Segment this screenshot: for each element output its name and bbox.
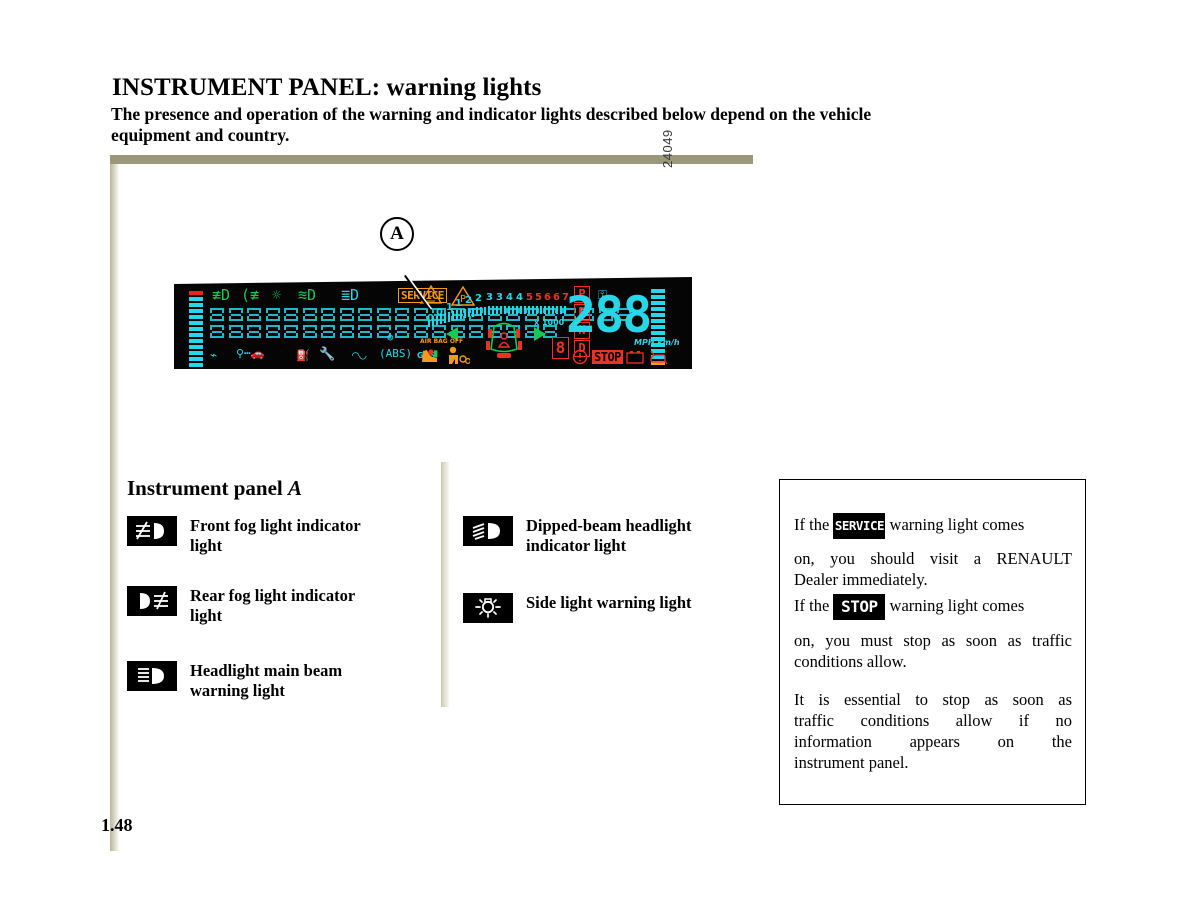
oil-pressure-icon [650,350,668,365]
legend-line-1: Rear fog light indicator [190,586,356,605]
info-essential-line-2: traffic conditions allow if no [794,711,1072,730]
legend-text-front-fog: Front fog light indicator light [190,516,361,556]
page-subtitle: The presence and operation of the warnin… [111,104,1091,146]
legend-item-side-light: Side light warning light [463,593,753,623]
legend-text-rear-fog: Rear fog light indicator light [190,586,355,626]
subtitle-line-1: The presence and operation of the warnin… [111,104,872,124]
legend-section-title: Instrument panel A [127,476,302,501]
figure-frame-left-border [110,164,119,851]
engine-glyph: ◠◡ [352,348,367,362]
battery-icon [626,351,644,364]
brake-warning-icon [572,349,588,365]
legend-item-main-beam: Headlight main beam warning light [127,661,427,701]
info-line-renault: on, you should visit a RENAULT [794,549,1072,568]
info-paragraph-essential: It is essential to stop as soon as traff… [794,689,1072,773]
dipped-beam-glyph: ≋D [298,286,317,304]
front-fog-glyph: ≢D [212,286,231,304]
stop-badge-glyph: STOP [592,350,623,364]
legend-line-1: Headlight main beam [190,661,343,680]
stop-badge: STOP [833,594,886,620]
speed-units-label: MPH km/h [634,338,680,347]
subtitle-line-2: equipment and country. [111,125,290,145]
legend-title-prefix: Instrument panel [127,476,289,500]
legend-line-2: light [190,536,223,555]
warning-info-box: If the SERVICE warning light comes on, y… [779,479,1086,805]
legend-line-2: light [190,606,223,625]
figure-reference-number: 24049 [660,129,675,168]
info-paragraph-service-cont: on, you should visit a RENAULT Dealer im… [794,548,1072,590]
legend-title-italic: A [288,476,303,500]
info-text-if-the-2: If the [794,595,834,615]
legend-line-2: warning light [190,681,285,700]
info-text-if-the: If the [794,514,834,534]
page-number: 1.48 [101,815,133,835]
info-paragraph-stop-line1: If the STOP warning light comes [794,594,1072,620]
callout-marker-a: A [380,217,414,251]
info-line-conditions: conditions allow. [794,652,907,671]
cruise-glyph: ⊜ [387,331,394,344]
spanner-glyph: 🔧 [319,347,336,362]
legend-text-main-beam: Headlight main beam warning light [190,661,342,701]
info-paragraph-service-line1: If the SERVICE warning light comes [794,513,1072,539]
legend-line-1: Front fog light indicator [190,516,361,535]
info-essential-line-3: information appears on the [794,732,1072,751]
side-light-icon [463,593,513,623]
legend-text-side-light: Side light warning light [526,593,692,613]
temperature-bargraph [189,291,203,367]
legend-item-dipped-beam: Dipped-beam headlight indicator light [463,516,753,556]
check-glyph: ✓ [404,329,411,342]
key-glyph: ⚿ [598,288,608,302]
manual-page: INSTRUMENT PANEL: warning lights The pre… [0,0,1200,916]
fuel-pump-glyph: ⛽ [296,349,310,362]
odometer-display: 288 [566,286,652,344]
side-light-glyph: ☼ [272,286,282,304]
figure-frame-top-border [110,155,753,164]
legend-line-1: Side light warning light [526,593,692,612]
legend-item-front-fog: Front fog light indicator light [127,516,427,556]
info-paragraph-stop-cont: on, you must stop as soon as traffic con… [794,630,1072,672]
door-open-glyph: ⚲┅🚗 [236,347,265,360]
legend-text-dipped-beam: Dipped-beam headlight indicator light [526,516,691,556]
abs-glyph: (ABS) [379,347,413,360]
headlight-main-beam-icon [127,661,177,691]
info-essential-line-1: It is essential to stop as soon as [794,690,1072,709]
child-seat-icon [422,349,437,362]
info-text-warning-comes-2: warning light comes [885,595,1025,615]
info-line-traffic: on, you must stop as soon as traffic [794,631,1072,650]
legend-column-divider [441,462,449,707]
car-occupant-graphic [486,322,522,358]
legend-item-rear-fog: Rear fog light indicator light [127,586,427,626]
rear-fog-glyph: (≢ [241,286,260,304]
main-beam-glyph: ≣D [341,286,360,304]
dipped-beam-headlight-icon [463,516,513,546]
info-line-dealer: Dealer immediately. [794,570,928,589]
tach-multiplier-label: x 1000 [534,318,565,327]
rear-fog-light-icon [127,586,177,616]
legend-line-2: indicator light [526,536,627,555]
info-essential-line-4: instrument panel. [794,753,909,772]
coolant-temp-glyph: ⌁ [210,348,218,362]
passenger-icon [449,346,470,365]
instrument-panel-illustration: ≢D (≢ ☼ ≋D ≣D SERVICE P [174,277,692,369]
info-text-warning-comes: warning light comes [885,514,1025,534]
page-title: INSTRUMENT PANEL: warning lights [112,74,542,101]
front-fog-light-icon [127,516,177,546]
legend-line-1: Dipped-beam headlight [526,516,692,535]
right-turn-arrow-icon [534,327,546,341]
service-badge: SERVICE [833,513,886,539]
